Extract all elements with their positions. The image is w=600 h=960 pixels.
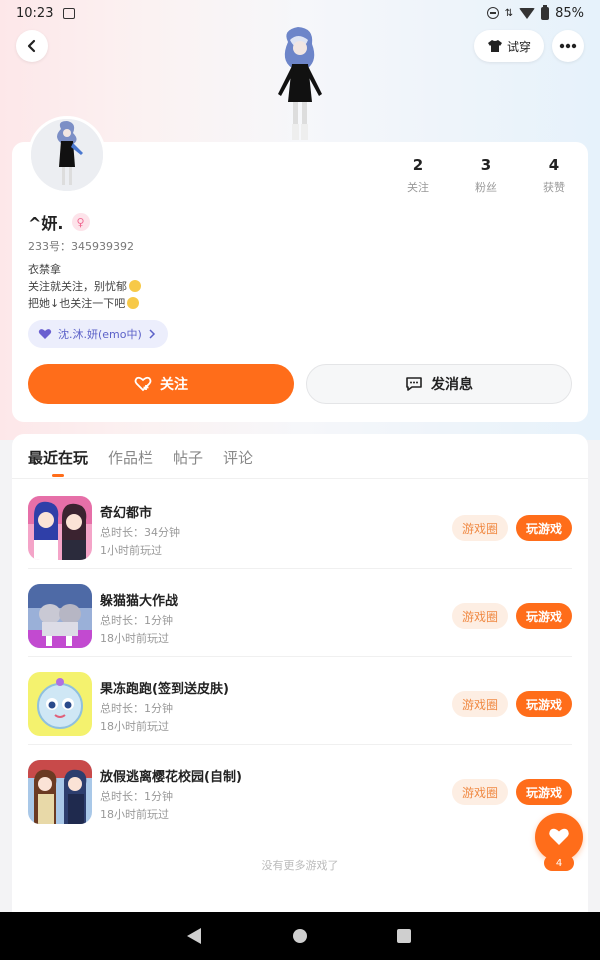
message-label: 发消息: [431, 377, 473, 393]
likes-stat[interactable]: 4 获赞: [520, 156, 588, 195]
game-circle-button[interactable]: 游戏圈: [452, 779, 508, 805]
follow-heart-icon: [134, 376, 152, 392]
active-tab-indicator: [52, 474, 64, 477]
female-icon: ♀: [71, 213, 90, 231]
try-on-label: 试穿: [506, 39, 531, 54]
chevron-left-icon: [27, 39, 36, 53]
system-back-icon[interactable]: [187, 928, 201, 944]
game-duration: 总时长：34分钟: [100, 526, 180, 539]
game-circle-button[interactable]: 游戏圈: [452, 515, 508, 541]
tabs-divider: [12, 478, 588, 479]
chat-bubble-icon: [406, 377, 422, 391]
wifi-icon: [519, 7, 536, 19]
fantasy-city-game-icon: [28, 496, 92, 560]
bio-line: 把她↓也关注一下吧: [28, 297, 126, 310]
avatar-character-figure: [278, 27, 322, 140]
back-button[interactable]: [16, 30, 48, 62]
avatar[interactable]: [28, 116, 106, 194]
game-duration: 总时长：1分钟: [100, 702, 173, 715]
game-row[interactable]: 放假逃离樱花校园(自制) 总时长：1分钟 18小时前玩过 游戏圈 玩游戏: [12, 745, 588, 833]
game-row[interactable]: 奇幻都市 总时长：34分钟 1小时前玩过 游戏圈 玩游戏: [12, 481, 588, 569]
message-button[interactable]: 发消息: [306, 364, 572, 404]
hide-and-seek-game-icon: [28, 584, 92, 648]
fans-count: 3: [480, 156, 492, 174]
game-name: 放假逃离樱花校园(自制): [100, 770, 242, 785]
follow-button[interactable]: 关注: [28, 364, 294, 404]
stats: 2 关注 3 粉丝 4 获赞: [384, 156, 588, 195]
game-row[interactable]: 果冻跑跑(签到送皮肤) 总时长：1分钟 18小时前玩过 游戏圈 玩游戏: [12, 657, 588, 745]
fans-label: 粉丝: [475, 181, 497, 194]
sakura-school-escape-game-icon: [28, 760, 92, 824]
play-game-button[interactable]: 玩游戏: [516, 691, 572, 717]
game-duration: 总时长：1分钟: [100, 790, 173, 803]
heart-icon: [549, 828, 569, 845]
no-more-games-text: 没有更多游戏了: [261, 859, 339, 872]
game-icon[interactable]: [28, 584, 92, 648]
like-count-badge: 4: [544, 855, 574, 871]
jelly-run-game-icon: [28, 672, 92, 736]
bio-line-with-emoji: 把她↓也关注一下吧: [28, 295, 141, 312]
user-name: ^妍.: [28, 214, 64, 233]
gallery-notification-icon: [63, 7, 76, 19]
more-button[interactable]: [552, 30, 584, 62]
play-game-button[interactable]: 玩游戏: [516, 603, 572, 629]
tab-comments[interactable]: 评论: [223, 447, 253, 468]
system-home-icon[interactable]: [293, 929, 307, 943]
system-nav-bar: [0, 912, 600, 960]
game-icon[interactable]: [28, 672, 92, 736]
tab-recent[interactable]: 最近在玩: [28, 447, 88, 468]
game-last-played: 18小时前玩过: [100, 632, 169, 645]
game-last-played: 18小时前玩过: [100, 720, 169, 733]
shirt-icon: [487, 40, 502, 52]
following-count: 2: [412, 156, 424, 174]
profile-card: 2 关注 3 粉丝 4 获赞 ^妍. ♀ 233号：345939392 衣禁拿 …: [12, 116, 588, 422]
battery-icon: [541, 4, 550, 20]
do-not-disturb-icon: [486, 7, 499, 19]
game-icon[interactable]: [28, 760, 92, 824]
bio: 衣禁拿 关注就关注，别忧郁 把她↓也关注一下吧: [28, 261, 141, 312]
game-last-played: 18小时前玩过: [100, 808, 169, 821]
smile-emoji-icon: [127, 297, 140, 309]
game-row[interactable]: 躲猫猫大作战 总时长：1分钟 18小时前玩过 游戏圈 玩游戏: [12, 569, 588, 657]
status-time: 10:23: [16, 5, 54, 21]
play-game-button[interactable]: 玩游戏: [516, 779, 572, 805]
avatar-character-icon: [31, 119, 103, 191]
name-row: ^妍. ♀: [28, 210, 90, 234]
following-stat[interactable]: 2 关注: [384, 156, 452, 195]
likes-count: 4: [548, 156, 560, 174]
relationship-tag[interactable]: 沈.沐.妍(emo中): [28, 320, 168, 348]
bio-line-with-emoji: 关注就关注，别忧郁: [28, 278, 141, 295]
try-on-button[interactable]: 试穿: [474, 30, 544, 62]
games-card: 最近在玩 作品栏 帖子 评论 奇幻都市 总时长：34分钟 1小时前玩过 游戏圈 …: [12, 434, 588, 912]
bio-line: 衣禁拿: [28, 263, 61, 276]
game-circle-button[interactable]: 游戏圈: [452, 691, 508, 717]
game-name: 果冻跑跑(签到送皮肤): [100, 682, 229, 697]
chevron-right-icon: [149, 329, 155, 339]
likes-label: 获赞: [543, 181, 565, 194]
system-recents-icon[interactable]: [397, 929, 411, 943]
play-game-button[interactable]: 玩游戏: [516, 515, 572, 541]
tab-works[interactable]: 作品栏: [108, 447, 153, 468]
game-icon[interactable]: [28, 496, 92, 560]
game-circle-button[interactable]: 游戏圈: [452, 603, 508, 629]
heart-icon: [38, 329, 52, 339]
follow-label: 关注: [160, 377, 188, 393]
tabs: 最近在玩 作品栏 帖子 评论: [28, 447, 253, 468]
game-last-played: 1小时前玩过: [100, 544, 162, 557]
sad-emoji-icon: [129, 280, 141, 292]
game-name: 躲猫猫大作战: [100, 594, 179, 609]
following-label: 关注: [407, 181, 429, 194]
tab-posts[interactable]: 帖子: [173, 447, 203, 468]
more-dots-icon: [559, 43, 577, 49]
game-duration: 总时长：1分钟: [100, 614, 173, 627]
battery-percent: 85%: [555, 5, 584, 21]
user-id: 233号：345939392: [28, 240, 134, 253]
like-fab-button[interactable]: [535, 813, 583, 861]
status-bar: 10:23 ⇅ 85%: [0, 0, 600, 26]
tag-label: 沈.沐.妍(emo中): [58, 328, 142, 341]
bio-line: 关注就关注，别忧郁: [28, 280, 127, 293]
game-name: 奇幻都市: [100, 506, 153, 521]
data-arrows-icon: ⇅: [504, 7, 514, 19]
fans-stat[interactable]: 3 粉丝: [452, 156, 520, 195]
